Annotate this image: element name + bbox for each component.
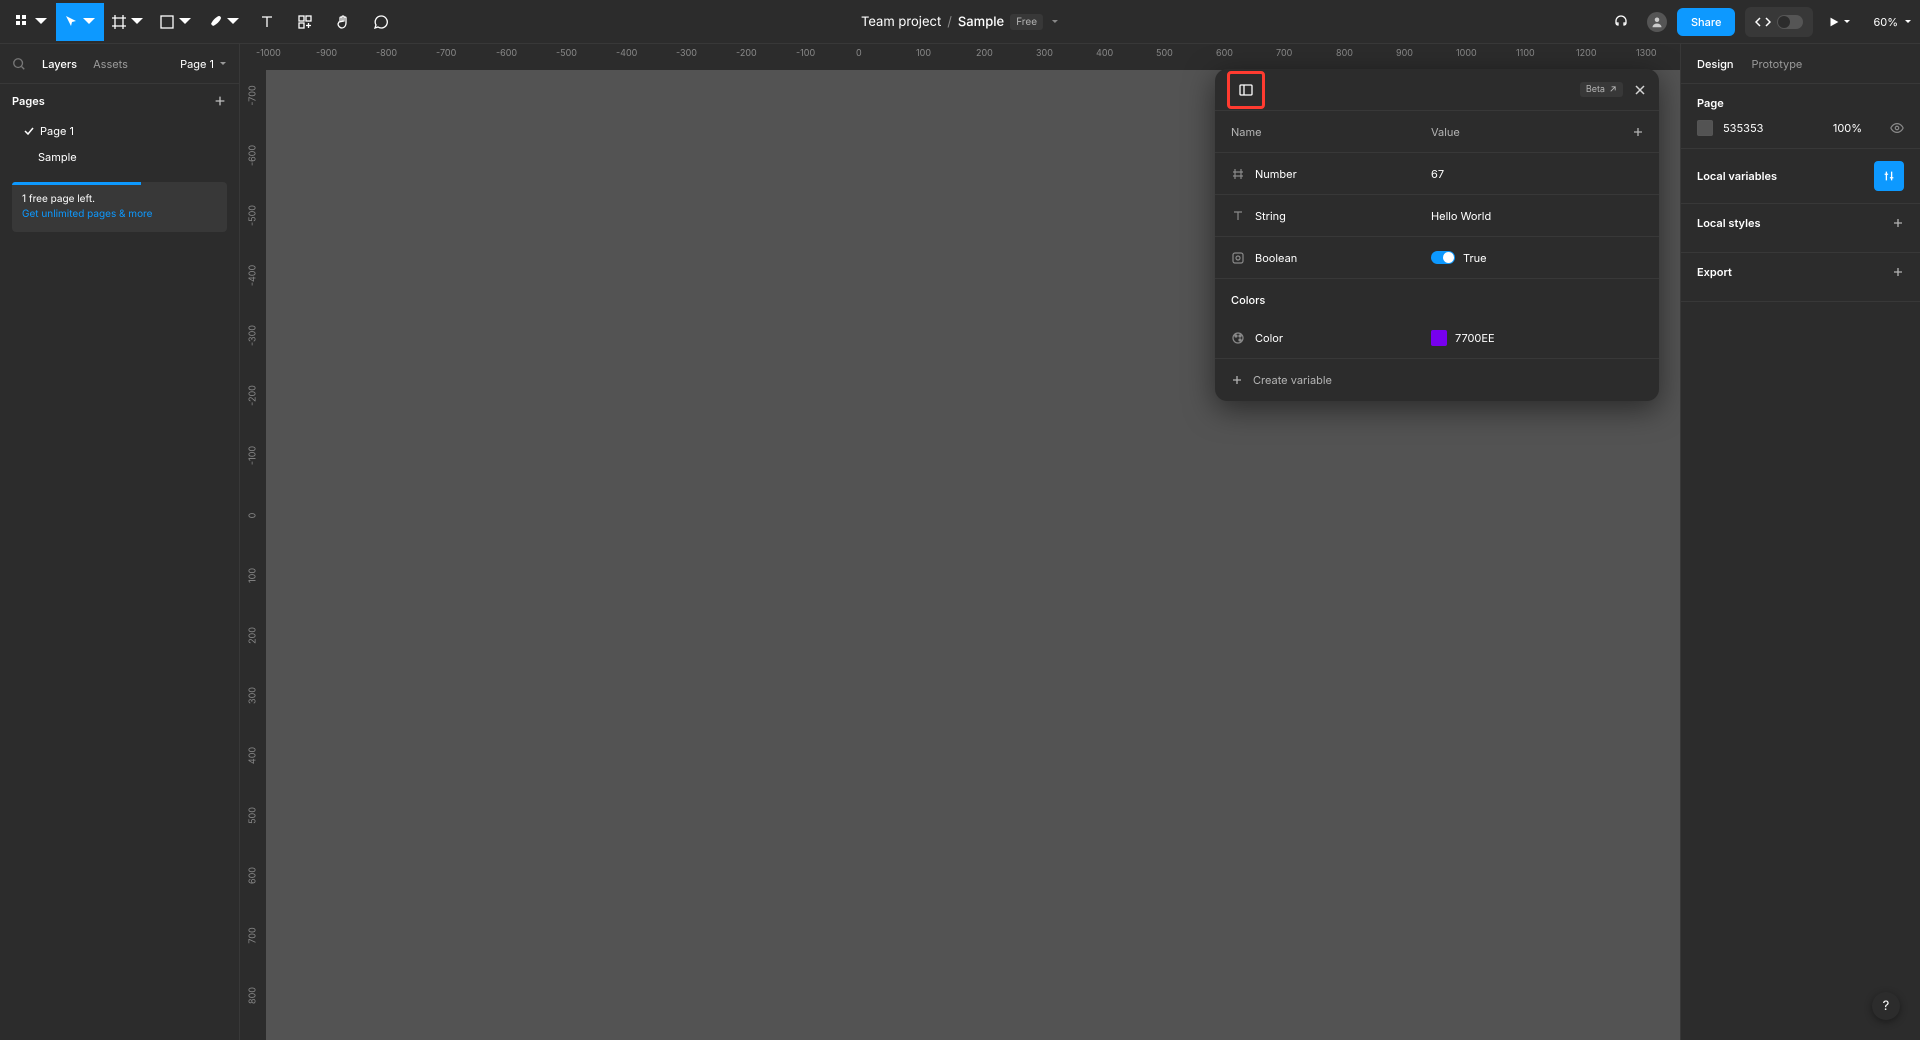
comment-tool[interactable] (362, 3, 400, 41)
search-icon[interactable] (12, 57, 26, 71)
add-page-icon[interactable] (213, 94, 227, 108)
bg-hex-value[interactable]: 535353 (1723, 121, 1763, 135)
number-icon (1231, 167, 1245, 181)
promo-link[interactable]: Get unlimited pages & more (22, 207, 217, 222)
check-icon (24, 126, 34, 136)
text-icon (1231, 209, 1245, 223)
variable-row-color[interactable]: Color 7700EE (1215, 317, 1659, 359)
page-selector[interactable]: Page 1 (180, 57, 227, 71)
user-avatar[interactable] (1647, 12, 1667, 32)
resources-tool[interactable] (286, 3, 324, 41)
pen-tool[interactable] (200, 3, 248, 41)
add-export-icon[interactable] (1892, 266, 1904, 278)
panel-sidebar-toggle[interactable] (1227, 71, 1265, 109)
present-button[interactable] (1823, 6, 1855, 38)
ruler-vertical: -700-600-500-400-300-200-100010020030040… (240, 70, 266, 1040)
breadcrumb-team: Team project (861, 14, 941, 30)
right-sidebar: Design Prototype Page 535353 100% Local … (1680, 44, 1920, 1040)
canvas[interactable]: -1000-900-800-700-600-500-400-300-200-10… (240, 44, 1680, 1040)
zoom-control[interactable]: 60% (1873, 15, 1912, 29)
pages-label: Pages (12, 94, 45, 108)
breadcrumb-file: Sample (958, 14, 1004, 30)
column-name-header: Name (1215, 125, 1415, 139)
chevron-down-icon[interactable] (1051, 18, 1059, 26)
tab-layers[interactable]: Layers (42, 57, 77, 71)
hand-tool[interactable] (324, 3, 362, 41)
bg-opacity[interactable]: 100% (1833, 121, 1862, 135)
variable-row-string[interactable]: String Hello World (1215, 195, 1659, 237)
color-swatch[interactable] (1431, 330, 1447, 346)
promo-box: 1 free page left. Get unlimited pages & … (12, 182, 227, 232)
bg-color-swatch[interactable] (1697, 120, 1713, 136)
boolean-icon (1231, 251, 1245, 265)
move-tool[interactable] (56, 3, 104, 41)
tab-assets[interactable]: Assets (93, 57, 128, 71)
add-style-icon[interactable] (1892, 217, 1904, 229)
text-tool[interactable] (248, 3, 286, 41)
local-styles-label: Local styles (1697, 216, 1761, 230)
create-variable-button[interactable]: Create variable (1215, 359, 1659, 401)
page-item[interactable]: Page 1 (0, 118, 239, 144)
file-breadcrumb[interactable]: Team project / Sample Free (861, 14, 1059, 30)
visibility-icon[interactable] (1890, 121, 1904, 135)
tab-design[interactable]: Design (1697, 57, 1734, 71)
frame-tool[interactable] (104, 3, 152, 41)
background-color-row[interactable]: 535353 100% (1697, 120, 1904, 136)
promo-text: 1 free page left. (22, 192, 217, 207)
local-variables-button[interactable] (1874, 161, 1904, 191)
shape-tool[interactable] (152, 3, 200, 41)
beta-badge: Beta (1580, 82, 1623, 97)
zoom-value: 60% (1873, 15, 1898, 29)
ruler-horizontal: -1000-900-800-700-600-500-400-300-200-10… (266, 44, 1680, 70)
layer-item[interactable]: Sample (0, 144, 239, 170)
color-icon (1231, 331, 1245, 345)
sliders-icon (1882, 169, 1896, 183)
variable-row-boolean[interactable]: Boolean True (1215, 237, 1659, 279)
plus-icon (1231, 374, 1243, 386)
local-variables-label: Local variables (1697, 169, 1777, 183)
close-icon[interactable] (1633, 83, 1647, 97)
colors-section-label: Colors (1215, 279, 1659, 317)
breadcrumb-separator: / (947, 14, 952, 30)
column-value-header: Value (1415, 125, 1617, 139)
variables-panel: Beta Name Value Number 67 (1215, 69, 1659, 401)
add-column-button[interactable] (1617, 126, 1659, 138)
dev-toggle[interactable] (1777, 15, 1803, 29)
page-section-label: Page (1697, 96, 1904, 110)
free-badge: Free (1010, 14, 1043, 30)
export-label: Export (1697, 265, 1732, 279)
audio-button[interactable] (1605, 6, 1637, 38)
top-toolbar: Team project / Sample Free Share 60% (0, 0, 1920, 44)
share-button[interactable]: Share (1677, 8, 1735, 36)
main-menu-button[interactable] (8, 3, 56, 41)
left-sidebar: Layers Assets Page 1 Pages Page 1 Sample… (0, 44, 240, 1040)
variable-row-number[interactable]: Number 67 (1215, 153, 1659, 195)
help-button[interactable]: ? (1872, 992, 1900, 1020)
dev-mode-button[interactable] (1745, 7, 1813, 37)
boolean-toggle[interactable] (1431, 251, 1455, 264)
tab-prototype[interactable]: Prototype (1752, 57, 1803, 71)
